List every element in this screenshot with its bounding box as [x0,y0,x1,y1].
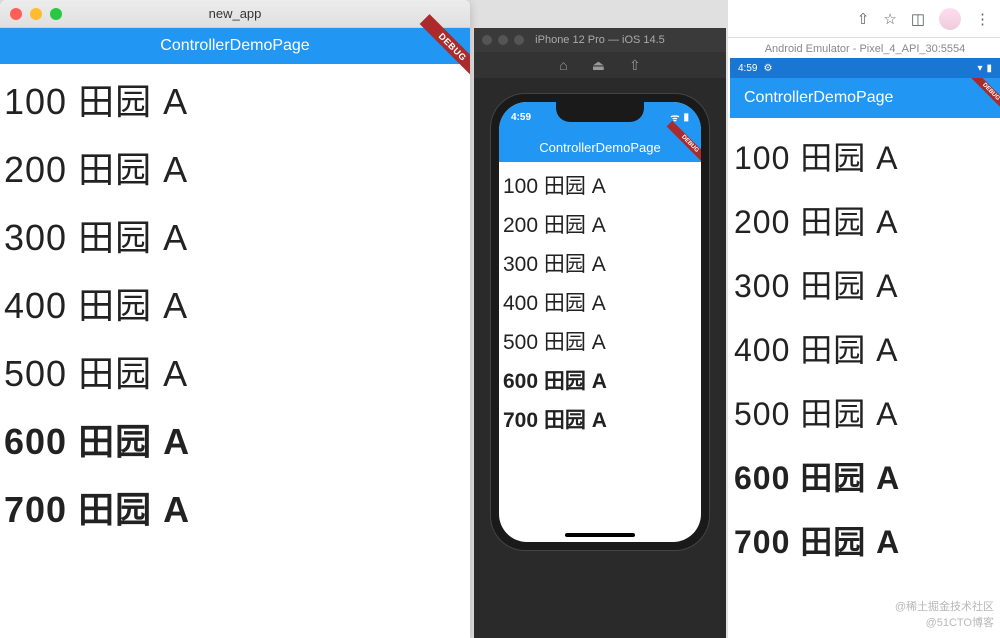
battery-icon: ▮ [986,63,992,74]
list-item: 500 田园 A [734,398,996,430]
list-item: 200 田园 A [503,215,697,236]
close-button[interactable] [482,35,492,45]
list-item: 500 田园 A [4,356,466,392]
list-item: 400 田园 A [503,293,697,314]
iphone-frame: 4:59 ᯤ▮ ControllerDemoPage DEBUG 100 田园 … [491,94,709,550]
list-item: 600 田园 A [4,424,466,460]
list-item: 700 田园 A [734,526,996,558]
font-weight-list[interactable]: 100 田园 A 200 田园 A 300 田园 A 400 田园 A 500 … [730,118,1000,614]
wifi-icon: ▾ [977,63,982,74]
chrome-toolbar: ⇧ ☆ ◫ ⋮ [728,0,1000,38]
list-item: 300 田园 A [4,220,466,256]
app-bar: ControllerDemoPage DEBUG [499,132,701,162]
list-item: 400 田园 A [4,288,466,324]
list-item: 600 田园 A [734,462,996,494]
list-item: 600 田园 A [503,371,697,392]
list-item: 700 田园 A [503,410,697,431]
home-icon[interactable]: ⌂ [559,57,567,73]
watermark: @稀土掘金技术社区 [895,598,994,614]
extension-icon[interactable]: ◫ [911,10,925,28]
minimize-button[interactable] [498,35,508,45]
app-bar: ControllerDemoPage DEBUG [730,78,1000,118]
ios-simulator-window: iPhone 12 Pro — iOS 14.5 ⌂ ⏏ ⇧ 4:59 ᯤ▮ C… [474,28,726,638]
iphone-screen[interactable]: 4:59 ᯤ▮ ControllerDemoPage DEBUG 100 田园 … [499,102,701,542]
list-item: 500 田园 A [503,332,697,353]
settings-icon: ⚙ [763,63,772,74]
list-item: 100 田园 A [734,142,996,174]
list-item: 200 田园 A [734,206,996,238]
maximize-button[interactable] [514,35,524,45]
share-icon[interactable]: ⇧ [857,10,870,28]
star-icon[interactable]: ☆ [883,10,896,28]
menu-icon[interactable]: ⋮ [975,10,990,28]
app-bar-title: ControllerDemoPage [539,140,660,155]
list-item: 100 田园 A [4,84,466,120]
traffic-lights [482,35,524,45]
ios-titlebar: iPhone 12 Pro — iOS 14.5 [474,28,726,52]
status-bar: 4:59 ⚙ ▾▮ [730,58,1000,78]
emulator-title: Android Emulator - Pixel_4_API_30:5554 [730,40,1000,58]
list-item: 300 田园 A [734,270,996,302]
battery-icon: ▮ [683,112,689,123]
ios-toolbar: ⌂ ⏏ ⇧ [474,52,726,78]
status-icons: ▾▮ [977,63,992,74]
mac-titlebar: new_app [0,0,470,28]
share-icon[interactable]: ⇧ [629,57,641,74]
mac-desktop-window: new_app ControllerDemoPage DEBUG 100 田园 … [0,0,470,638]
status-time: 4:59 [511,112,531,123]
list-item: 400 田园 A [734,334,996,366]
list-item: 200 田园 A [4,152,466,188]
app-bar: ControllerDemoPage DEBUG [0,28,470,64]
android-emulator-window: Android Emulator - Pixel_4_API_30:5554 4… [730,40,1000,638]
app-bar-title: ControllerDemoPage [160,37,309,55]
list-item: 700 田园 A [4,492,466,528]
debug-banner: DEBUG [968,78,1000,115]
font-weight-list[interactable]: 100 田园 A 200 田园 A 300 田园 A 400 田园 A 500 … [499,162,701,463]
watermark: @51CTO博客 [926,614,994,630]
list-item: 300 田园 A [503,254,697,275]
screenshot-icon[interactable]: ⏏ [592,57,605,74]
window-title: new_app [0,6,470,21]
avatar[interactable] [939,8,961,30]
list-item: 100 田园 A [503,176,697,197]
home-indicator[interactable] [565,533,635,537]
status-time: 4:59 [738,63,757,74]
app-bar-title: ControllerDemoPage [744,89,893,107]
sim-title: iPhone 12 Pro — iOS 14.5 [535,34,665,46]
font-weight-list[interactable]: 100 田园 A 200 田园 A 300 田园 A 400 田园 A 500 … [0,64,470,580]
notch [556,102,644,122]
